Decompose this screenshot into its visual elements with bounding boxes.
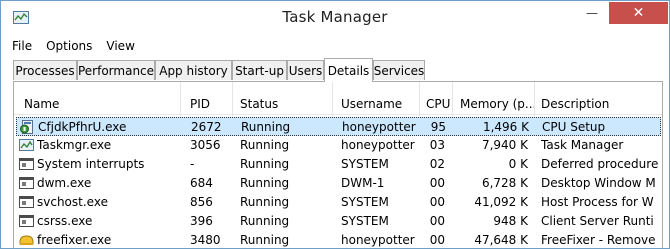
process-username: SYSTEM xyxy=(341,157,389,171)
process-cpu: 95 xyxy=(430,120,446,134)
table-row[interactable]: csrss.exe 396 Running SYSTEM 00 948 K Cl… xyxy=(16,212,661,231)
column-divider[interactable] xyxy=(180,82,181,116)
process-pid: 856 xyxy=(190,195,213,209)
window-title: Task Manager xyxy=(282,8,388,26)
process-cpu: 00 xyxy=(429,176,445,190)
tab-strip: Processes Performance App history Start-… xyxy=(13,58,663,82)
column-header-name[interactable]: Name xyxy=(24,97,174,111)
process-pid: 2672 xyxy=(191,120,222,134)
process-pid: 3056 xyxy=(190,138,221,152)
process-cpu: 03 xyxy=(429,138,445,152)
window-app-icon xyxy=(19,158,34,170)
column-header-status[interactable]: Status xyxy=(240,97,320,111)
column-divider[interactable] xyxy=(332,82,333,116)
process-status: Running xyxy=(240,214,290,228)
process-username: honeypotter xyxy=(341,233,415,247)
column-divider[interactable] xyxy=(452,82,453,116)
process-name: CfjdkPfhrU.exe xyxy=(38,120,127,134)
process-status: Running xyxy=(240,157,290,171)
process-memory: 948 K xyxy=(493,214,528,228)
process-description: Task Manager xyxy=(541,138,624,152)
tab-performance[interactable]: Performance xyxy=(77,60,155,80)
menu-view[interactable]: View xyxy=(106,39,134,53)
menu-options[interactable]: Options xyxy=(46,39,92,53)
close-button[interactable]: ✕ xyxy=(609,2,668,24)
tab-users[interactable]: Users xyxy=(287,60,324,80)
table-row[interactable]: CfjdkPfhrU.exe 2672 Running honeypotter … xyxy=(16,117,661,136)
process-cpu: 00 xyxy=(429,195,445,209)
tab-start-up[interactable]: Start-up xyxy=(232,60,287,80)
column-divider[interactable] xyxy=(419,82,420,116)
details-table: Name PID Status Username CPU Memory (p..… xyxy=(13,82,663,248)
process-status: Running xyxy=(240,195,290,209)
process-pid: 3480 xyxy=(190,233,221,247)
menu-bar: File Options View xyxy=(1,35,669,56)
process-name: Taskmgr.exe xyxy=(37,138,112,152)
column-divider[interactable] xyxy=(232,82,233,116)
tab-details[interactable]: Details xyxy=(324,58,373,82)
process-memory: 0 K xyxy=(508,157,528,171)
setup-app-icon xyxy=(20,120,33,134)
process-name: svchost.exe xyxy=(37,195,108,209)
process-pid: - xyxy=(190,157,195,171)
process-cpu: 00 xyxy=(429,214,445,228)
process-cpu: 00 xyxy=(429,233,445,247)
process-pid: 684 xyxy=(190,176,213,190)
tab-app-history[interactable]: App history xyxy=(155,60,232,80)
process-name: System interrupts xyxy=(37,157,145,171)
process-description: Deferred procedure xyxy=(541,157,659,171)
process-cpu: 02 xyxy=(429,157,445,171)
process-memory: 7,940 K xyxy=(481,138,528,152)
task-manager-icon xyxy=(19,139,34,151)
process-name: dwm.exe xyxy=(37,176,92,190)
column-header-cpu[interactable]: CPU xyxy=(426,97,452,111)
process-name: freefixer.exe xyxy=(37,233,112,247)
process-memory: 47,648 K xyxy=(474,233,528,247)
process-status: Running xyxy=(240,176,290,190)
process-pid: 396 xyxy=(190,214,213,228)
process-description: CPU Setup xyxy=(542,120,606,134)
window-app-icon xyxy=(19,215,34,227)
process-description: Client Server Runti xyxy=(541,214,654,228)
process-description: Desktop Window M xyxy=(541,176,656,190)
process-status: Running xyxy=(241,120,291,134)
freefixer-icon xyxy=(19,235,34,245)
process-description: Host Process for W xyxy=(541,195,654,209)
task-manager-window: Task Manager — ✕ File Options View Proce… xyxy=(0,0,670,249)
column-header-description[interactable]: Description xyxy=(541,97,665,111)
process-memory: 41,092 K xyxy=(474,195,528,209)
process-memory: 6,728 K xyxy=(481,176,528,190)
table-row[interactable]: freefixer.exe 3480 Running honeypotter 0… xyxy=(16,231,661,248)
table-header: Name PID Status Username CPU Memory (p..… xyxy=(14,82,665,116)
column-header-username[interactable]: Username xyxy=(341,97,421,111)
column-header-memory[interactable]: Memory (p... xyxy=(460,97,534,111)
minimize-button[interactable]: — xyxy=(579,2,605,23)
process-username: honeypotter xyxy=(341,138,415,152)
title-bar[interactable]: Task Manager — ✕ xyxy=(1,1,669,35)
table-row[interactable]: Taskmgr.exe 3056 Running honeypotter 03 … xyxy=(16,136,661,155)
process-status: Running xyxy=(240,138,290,152)
process-memory: 1,496 K xyxy=(482,120,529,134)
tab-processes[interactable]: Processes xyxy=(13,60,77,80)
process-name: csrss.exe xyxy=(37,214,93,228)
process-description: FreeFixer - Remove xyxy=(541,233,656,247)
process-username: DWM-1 xyxy=(341,176,385,190)
menu-file[interactable]: File xyxy=(12,39,32,53)
column-divider[interactable] xyxy=(534,82,535,116)
process-username: SYSTEM xyxy=(341,214,389,228)
table-row[interactable]: svchost.exe 856 Running SYSTEM 00 41,092… xyxy=(16,193,661,212)
table-row[interactable]: System interrupts - Running SYSTEM 02 0 … xyxy=(16,155,661,174)
column-header-pid[interactable]: PID xyxy=(190,97,230,111)
tab-services[interactable]: Services xyxy=(373,60,425,80)
process-username: SYSTEM xyxy=(341,195,389,209)
window-app-icon xyxy=(19,196,34,208)
window-app-icon xyxy=(19,177,34,189)
table-row[interactable]: dwm.exe 684 Running DWM-1 00 6,728 K Des… xyxy=(16,174,661,193)
process-username: honeypotter xyxy=(342,120,416,134)
process-status: Running xyxy=(240,233,290,247)
